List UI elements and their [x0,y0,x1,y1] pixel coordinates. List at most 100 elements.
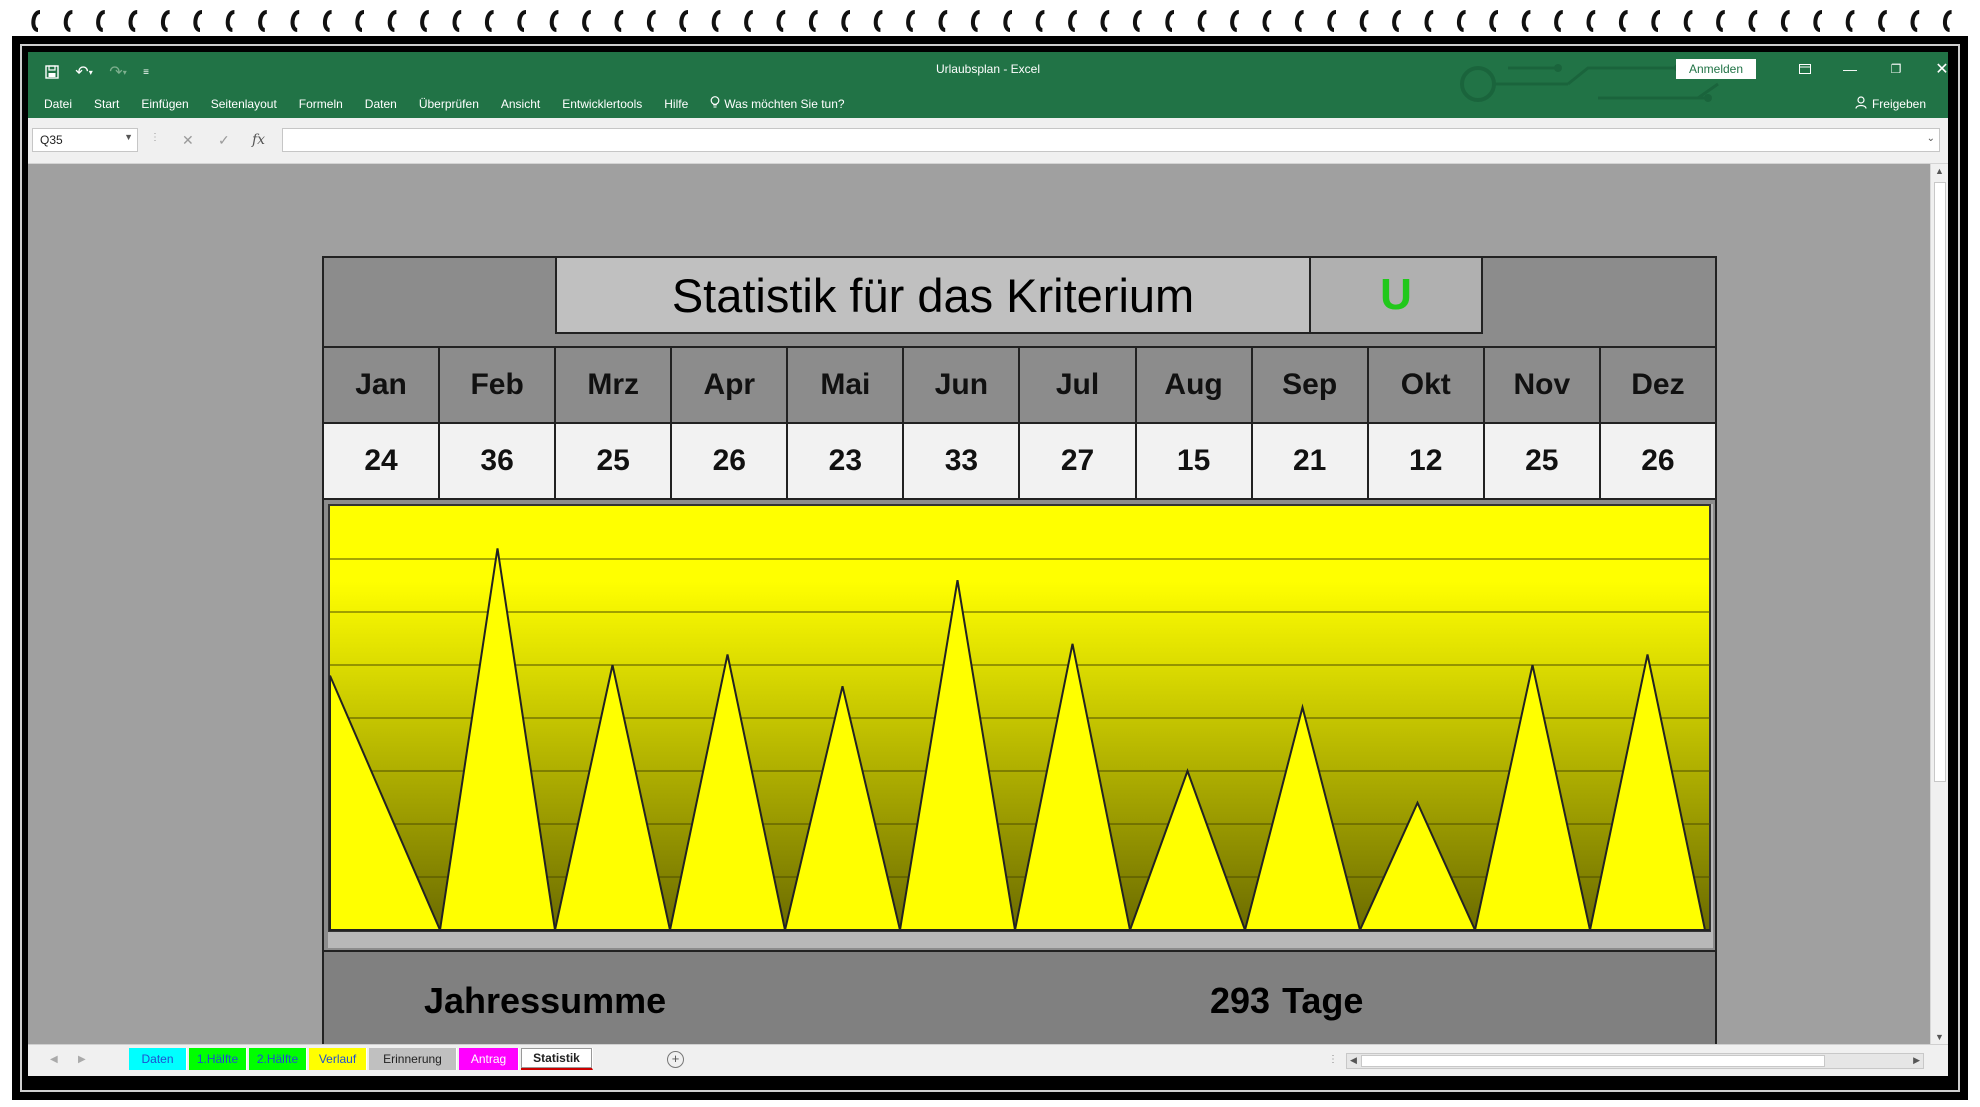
insert-function-icon[interactable]: fx [252,132,265,148]
month-header-apr[interactable]: Apr [672,348,789,422]
month-header-jul[interactable]: Jul [1020,348,1137,422]
sheet-tab-statistik[interactable]: Statistik [521,1048,593,1070]
month-header-aug[interactable]: Aug [1137,348,1253,422]
month-value-dez[interactable]: 26 [1601,424,1715,498]
tab-splitter-icon[interactable]: ⋮ [1328,1054,1338,1065]
add-sheet-icon[interactable]: + [667,1051,684,1068]
month-value-mai[interactable]: 23 [788,424,905,498]
statistic-title[interactable]: Statistik für das Kriterium [555,258,1311,334]
sheet-tab-verlauf[interactable]: Verlauf [309,1048,367,1070]
expand-formula-icon[interactable]: ⌄ [1927,133,1935,144]
binder-ring [1035,10,1045,32]
spike-chart[interactable] [328,504,1713,948]
month-header-jun[interactable]: Jun [904,348,1021,422]
name-box[interactable]: Q35 ▼ [32,128,138,152]
vertical-scroll-thumb[interactable] [1934,182,1946,782]
tab-start[interactable]: Start [83,97,130,111]
horizontal-scroll-thumb[interactable] [1361,1055,1825,1067]
horizontal-scrollbar[interactable]: ◀ ▶ [1346,1053,1924,1069]
total-label[interactable]: Jahressumme [424,980,666,1022]
month-header-mai[interactable]: Mai [788,348,905,422]
tab-seitenlayout[interactable]: Seitenlayout [200,97,288,111]
binder-ring [355,10,365,32]
binder-ring [873,10,883,32]
month-header-sep[interactable]: Sep [1253,348,1369,422]
close-icon[interactable]: ✕ [1922,57,1948,81]
scroll-left-icon[interactable]: ◀ [1350,1055,1357,1066]
sheet-tab-1-h-lfte[interactable]: 1.Hälfte [189,1048,247,1070]
month-value-okt[interactable]: 12 [1369,424,1485,498]
binder-ring [1878,10,1888,32]
binder-ring [1813,10,1823,32]
minimize-icon[interactable]: — [1830,57,1870,81]
month-value-aug[interactable]: 15 [1137,424,1253,498]
name-box-value: Q35 [40,133,63,147]
title-bar: ↶ ▾ ↷ ▾ ≡ Urlaubsplan - Excel Anmelden — ❐… [28,52,1948,118]
month-header-jan[interactable]: Jan [324,348,441,422]
month-header-dez[interactable]: Dez [1601,348,1715,422]
binder-ring [1165,10,1175,32]
tab-daten[interactable]: Daten [354,97,408,111]
month-header-nov[interactable]: Nov [1485,348,1601,422]
sheet-tab-antrag[interactable]: Antrag [459,1048,519,1070]
month-header-mrz[interactable]: Mrz [556,348,673,422]
month-value-apr[interactable]: 26 [672,424,789,498]
binder-ring [808,10,819,32]
binder-ring [1100,10,1110,32]
binder-ring [711,10,721,32]
ribbon-display-options-icon[interactable] [1785,57,1825,81]
tab-formeln[interactable]: Formeln [288,97,354,111]
month-value-sep[interactable]: 21 [1253,424,1369,498]
total-value-cell[interactable]: 293 Tage [1210,980,1363,1022]
total-unit: Tage [1282,980,1364,1021]
tab-ansicht[interactable]: Ansicht [490,97,551,111]
share-label: Freigeben [1871,97,1926,111]
binder-ring [744,10,754,32]
signin-button[interactable]: Anmelden [1676,59,1756,79]
month-value-jul[interactable]: 27 [1020,424,1137,498]
criterion-cell[interactable]: U [1309,258,1483,334]
month-value-nov[interactable]: 25 [1485,424,1601,498]
more-options-icon: ⋮ [150,132,160,143]
ribbon-tabs: Datei Start Einfügen Seitenlayout Formel… [28,92,1948,116]
formula-input[interactable]: ⌄ [282,128,1940,152]
month-header-okt[interactable]: Okt [1369,348,1485,422]
month-value-feb[interactable]: 36 [440,424,557,498]
binder-ring [1197,10,1207,32]
binder-ring [484,10,495,32]
scroll-right-icon[interactable]: ▶ [1913,1055,1920,1066]
binder-ring [1845,10,1855,32]
share-button[interactable]: Freigeben [1855,92,1926,116]
month-value-jan[interactable]: 24 [324,424,441,498]
lightbulb-icon [710,96,720,112]
binder-ring [1327,10,1337,32]
binder-ring [1748,10,1758,32]
chevron-down-icon[interactable]: ▼ [124,132,133,142]
month-value-jun[interactable]: 33 [904,424,1021,498]
month-value-mrz[interactable]: 25 [556,424,673,498]
tell-me-search[interactable]: Was möchten Sie tun? [699,96,855,112]
confirm-entry-icon[interactable]: ✓ [218,132,230,149]
binder-ring [1780,10,1791,32]
sheet-tab-2-h-lfte[interactable]: 2.Hälfte [249,1048,307,1070]
scroll-up-icon[interactable]: ▲ [1935,166,1944,176]
cancel-entry-icon[interactable]: ✕ [182,132,194,149]
vertical-scrollbar[interactable]: ▲ ▼ [1930,164,1948,1044]
binder-ring [96,10,106,32]
month-header-feb[interactable]: Feb [440,348,557,422]
scroll-down-icon[interactable]: ▼ [1935,1032,1944,1042]
restore-icon[interactable]: ❐ [1876,57,1916,81]
tab-datei[interactable]: Datei [28,97,83,111]
binder-ring [452,10,462,32]
sheet-tab-daten[interactable]: Daten [129,1048,187,1070]
tab-einfuegen[interactable]: Einfügen [130,97,199,111]
tab-hilfe[interactable]: Hilfe [653,97,699,111]
sheet-tab-erinnerung[interactable]: Erinnerung [369,1048,457,1070]
next-sheet-icon[interactable]: ▶ [78,1054,86,1065]
tab-entwicklertools[interactable]: Entwicklertools [551,97,653,111]
prev-sheet-icon[interactable]: ◀ [50,1054,58,1065]
tab-ueberpruefen[interactable]: Überprüfen [408,97,490,111]
worksheet-grid[interactable]: Statistik für das Kriterium U Jan Feb Mrz A… [28,164,1930,1054]
window-title: Urlaubsplan - Excel [935,62,1041,76]
binder-ring [1554,10,1564,32]
